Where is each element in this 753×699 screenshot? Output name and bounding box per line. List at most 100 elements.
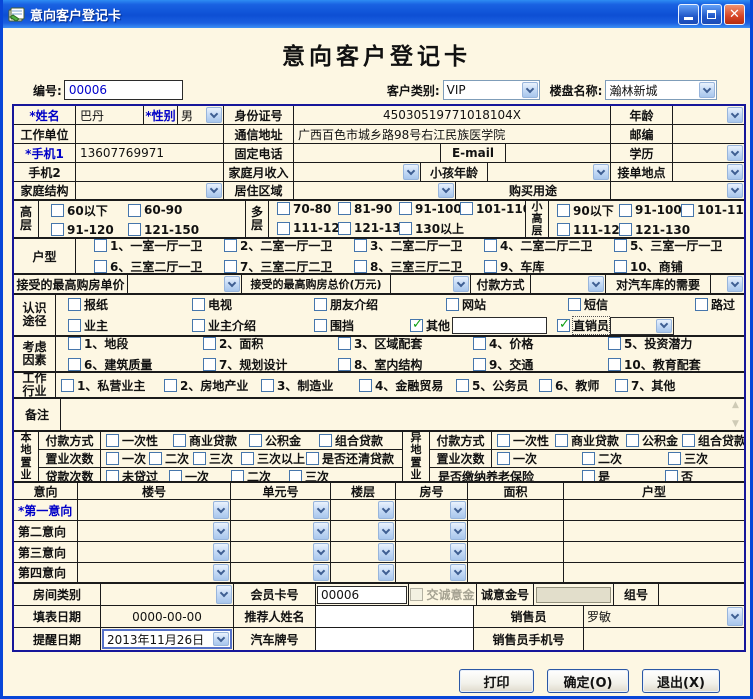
checkbox[interactable] [555, 434, 568, 447]
direct-agent-checkbox[interactable]: 直销员 [557, 317, 609, 334]
checkbox[interactable] [497, 434, 510, 447]
checkbox[interactable] [314, 319, 327, 332]
checkbox-option[interactable]: 1、地段 [68, 337, 203, 352]
checkbox-option[interactable]: 是否还清贷款 [306, 450, 394, 467]
chevron-down-icon[interactable] [378, 501, 394, 519]
checkbox-option[interactable]: 公积金 [249, 432, 319, 449]
checkbox-option[interactable]: 121-130 [338, 221, 399, 235]
checkbox[interactable] [484, 260, 497, 273]
checkbox[interactable] [354, 260, 367, 273]
chevron-down-icon[interactable] [213, 522, 229, 540]
work-field[interactable] [76, 125, 224, 143]
chevron-down-icon[interactable] [213, 501, 229, 519]
chevron-down-icon[interactable] [213, 564, 229, 581]
checkbox-option[interactable]: 130以上 [399, 220, 460, 237]
referrer-field[interactable] [316, 606, 474, 627]
remark-textarea[interactable] [61, 399, 727, 430]
addr-field[interactable]: 广西百色市城乡路98号右江民族医学院 [294, 125, 611, 143]
checkbox[interactable] [128, 204, 141, 217]
ok-button[interactable]: 确定(O) [547, 669, 629, 693]
checkbox[interactable] [314, 298, 327, 311]
checkbox[interactable] [668, 452, 681, 465]
checkbox[interactable] [261, 379, 274, 392]
checkbox-option[interactable]: 1、私营业主 [61, 377, 164, 394]
garage-need-dropdown[interactable] [711, 275, 744, 293]
checkbox[interactable] [681, 204, 694, 217]
checkbox[interactable] [203, 337, 216, 350]
checkbox[interactable] [359, 379, 372, 392]
checkbox-option[interactable]: 业主介绍 [192, 317, 314, 334]
payment-dropdown[interactable] [531, 275, 605, 293]
chevron-down-icon[interactable] [727, 164, 743, 180]
checkbox[interactable] [446, 298, 459, 311]
chevron-down-icon[interactable] [438, 183, 454, 198]
checkbox[interactable] [61, 379, 74, 392]
checkbox-option[interactable]: 一次性 [106, 432, 173, 449]
site-dropdown[interactable] [673, 163, 744, 181]
checkbox[interactable] [149, 452, 162, 465]
roomno-dropdown[interactable] [396, 500, 467, 520]
checkbox[interactable] [682, 434, 695, 447]
checkbox-option[interactable]: 二次 [231, 468, 289, 481]
checkbox-option[interactable]: 公积金 [626, 432, 682, 449]
max-unit-price-dropdown[interactable] [128, 275, 241, 293]
chevron-down-icon[interactable] [206, 183, 222, 198]
checkbox-option[interactable]: 4、二室二厅二卫 [484, 239, 614, 254]
checkbox[interactable] [224, 239, 237, 252]
exit-button[interactable]: 退出(X) [642, 669, 720, 693]
maximize-button[interactable] [701, 4, 722, 25]
chevron-down-icon[interactable] [450, 543, 466, 561]
checkbox[interactable] [619, 223, 632, 236]
chevron-down-icon[interactable] [378, 564, 394, 581]
checkbox-option[interactable]: 三次 [289, 468, 329, 481]
checkbox-option[interactable]: 网站 [446, 296, 568, 313]
checkbox-option[interactable]: 101-110 [460, 202, 521, 216]
income-dropdown[interactable] [294, 163, 420, 181]
title-bar[interactable]: 意向客户登记卡 ✕ [3, 0, 750, 28]
checkbox[interactable] [338, 358, 351, 371]
room-type-dropdown[interactable] [101, 584, 233, 605]
checkbox-option[interactable]: 三次以上 [241, 450, 306, 467]
checkbox[interactable] [665, 470, 678, 481]
checkbox[interactable] [51, 204, 64, 217]
checkbox-option[interactable]: 91-120 [51, 223, 128, 237]
checkbox[interactable] [68, 337, 81, 350]
checkbox-checked[interactable] [557, 319, 570, 332]
checkbox-option[interactable]: 路过 [695, 296, 735, 313]
checkbox-option[interactable]: 1、一室一厅一卫 [94, 239, 224, 254]
checkbox[interactable] [614, 260, 627, 273]
checkbox-option[interactable]: 一次性 [497, 432, 555, 449]
checkbox-option[interactable]: 60以下 [51, 202, 128, 219]
checkbox[interactable] [582, 470, 595, 481]
chevron-down-icon[interactable] [522, 82, 538, 98]
checkbox[interactable] [614, 239, 627, 252]
checkbox[interactable] [241, 452, 254, 465]
chevron-down-icon[interactable] [313, 564, 329, 581]
checkbox[interactable] [277, 222, 290, 235]
checkbox[interactable] [68, 298, 81, 311]
checkbox-option[interactable]: 10、教育配套 [608, 356, 743, 371]
checkbox[interactable] [354, 239, 367, 252]
chevron-down-icon[interactable] [450, 522, 466, 540]
checkbox[interactable] [582, 452, 595, 465]
chevron-down-icon[interactable] [588, 276, 604, 292]
chevron-down-icon[interactable] [313, 543, 329, 561]
mobile1-field[interactable]: 13607769971 [76, 144, 224, 162]
chevron-down-icon[interactable] [699, 82, 715, 98]
chevron-down-icon[interactable] [593, 164, 609, 180]
checkbox[interactable] [557, 223, 570, 236]
checkbox-option[interactable]: 三次 [668, 450, 708, 467]
checkbox-option[interactable]: 9、交通 [473, 356, 608, 371]
checkbox[interactable] [231, 470, 244, 481]
other-checkbox[interactable]: 其他 [410, 317, 450, 334]
checkbox[interactable] [106, 470, 119, 481]
checkbox-option[interactable]: 90以下 [557, 202, 619, 219]
checkbox-checked[interactable] [410, 319, 423, 332]
chevron-down-icon[interactable] [450, 564, 466, 581]
checkbox-option[interactable]: 一次 [497, 450, 582, 467]
checkbox[interactable] [497, 452, 510, 465]
checkbox[interactable] [460, 202, 473, 215]
chevron-down-icon[interactable] [378, 543, 394, 561]
checkbox-option[interactable]: 9、车库 [484, 258, 614, 273]
chevron-down-icon[interactable] [727, 276, 743, 292]
